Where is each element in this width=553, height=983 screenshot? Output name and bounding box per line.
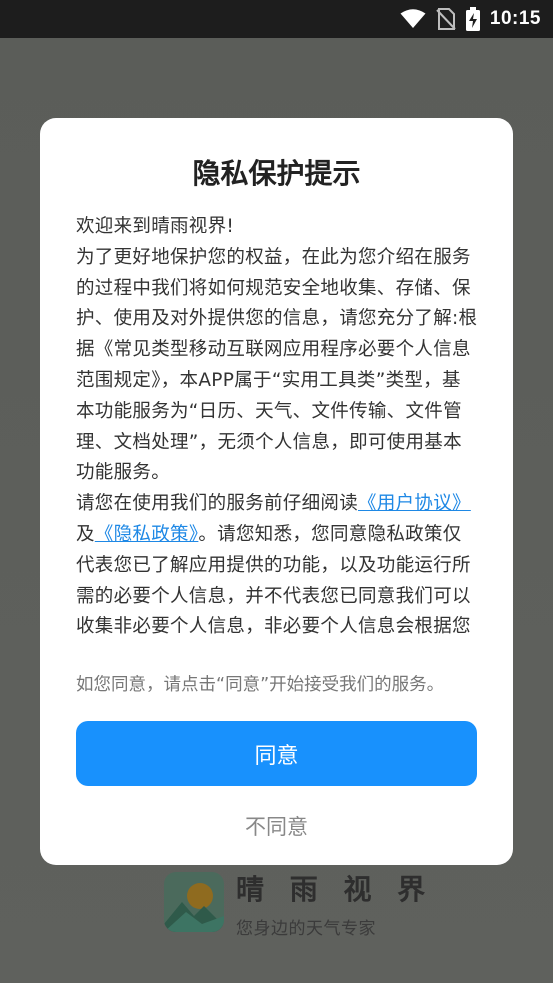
disagree-button[interactable]: 不同意 (76, 806, 477, 846)
clock: 10:15 (489, 8, 541, 29)
privacy-consent-text: 请您在使用我们的服务前仔细阅读《用户协议》 及《隐私政策》。请您知悉，您同意隐私政… (76, 489, 478, 643)
no-sim-icon (436, 8, 456, 30)
privacy-intro-text: 为了更好地保护您的权益，在此为您介绍在服务的过程中我们将如何规范安全地收集、存储… (76, 246, 478, 484)
app-name: 晴 雨 视 界 (236, 873, 434, 906)
dialog-title: 隐私保护提示 (192, 157, 361, 190)
dialog-body-scroll[interactable]: 欢迎来到晴雨视界! 为了更好地保护您的权益，在此为您介绍在服务的过程中我们将如何… (76, 212, 478, 648)
greeting-text: 欢迎来到晴雨视界! (76, 216, 235, 237)
consent-text-prefix: 请您在使用我们的服务前仔细阅读 (76, 493, 359, 515)
user-agreement-link[interactable]: 《用户协议》 (358, 493, 471, 514)
battery-charging-icon (465, 7, 480, 31)
consent-hint: 如您同意，请点击“同意”开始接受我们的服务。 (76, 675, 445, 695)
privacy-policy-link[interactable]: 《隐私政策》 (95, 524, 199, 545)
agree-button[interactable]: 同意 (76, 721, 477, 786)
app-brand: 晴 雨 视 界 您身边的天气专家 (164, 872, 433, 939)
status-bar: 10:15 (0, 0, 553, 38)
consent-text-and: 及 (76, 523, 95, 545)
status-icons: 10:15 (400, 0, 541, 38)
app-logo-icon (164, 872, 224, 932)
app-slogan: 您身边的天气专家 (236, 919, 376, 939)
wifi-icon (400, 9, 426, 29)
